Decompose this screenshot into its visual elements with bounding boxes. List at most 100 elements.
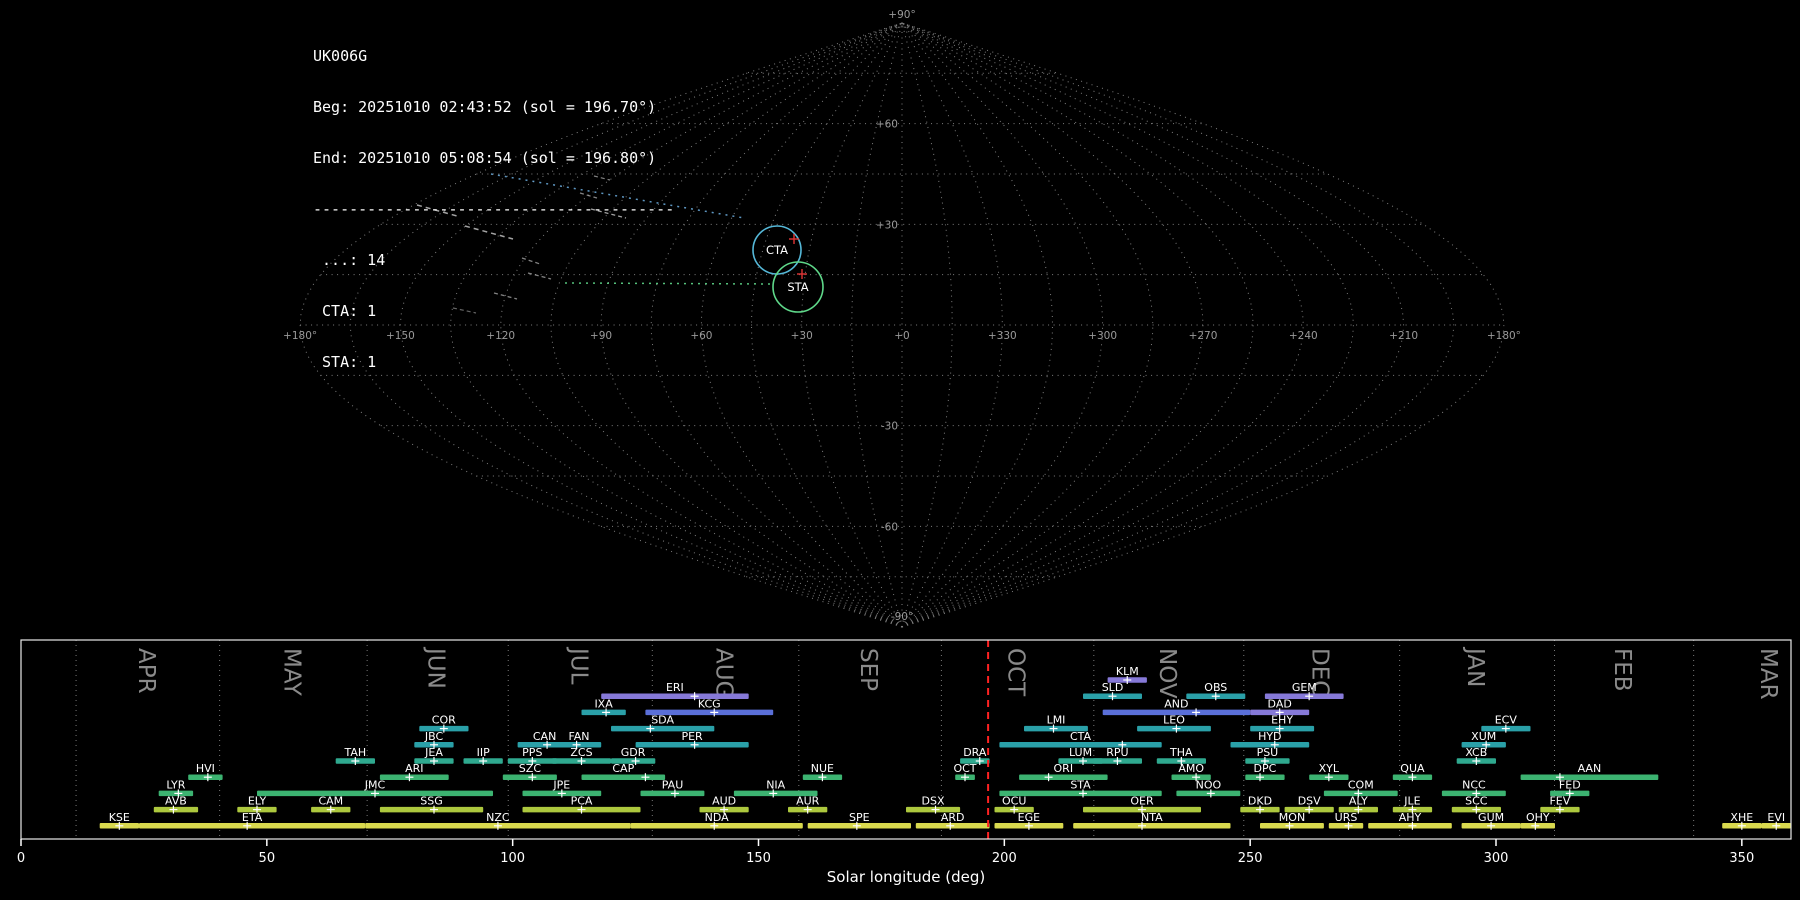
- shower-label-DSX: DSX: [922, 795, 945, 808]
- tick-label-200: 200: [992, 851, 1017, 866]
- shower-label-PER: PER: [681, 730, 703, 743]
- shower-bar-ERI: [601, 693, 749, 699]
- shower-bar-DPC: [1245, 774, 1285, 780]
- lat-label: -90°: [891, 611, 913, 623]
- shower-label-NTA: NTA: [1141, 811, 1163, 824]
- month-label-JUL: JUL: [565, 646, 591, 685]
- meridian-line: [901, 22, 1304, 628]
- shower-bar-CAP: [581, 774, 666, 780]
- count-unclassified: ...: 14: [313, 251, 386, 269]
- lon-label: +300: [1088, 330, 1117, 342]
- shower-label-SZC: SZC: [519, 762, 542, 775]
- shower-bar-ORI: [1019, 774, 1108, 780]
- shower-label-KCG: KCG: [698, 697, 721, 710]
- month-label-SEP: SEP: [855, 648, 881, 691]
- shower-label-NCC: NCC: [1462, 778, 1486, 791]
- month-label-FEB: FEB: [1609, 648, 1635, 692]
- radiant-label-CTA: CTA: [766, 243, 788, 257]
- shower-label-SPE: SPE: [849, 811, 870, 824]
- shower-label-CTA: CTA: [1070, 730, 1092, 743]
- shower-label-AHY: AHY: [1399, 811, 1422, 824]
- meridian-line: [650, 22, 903, 628]
- meteor-observation-screen: +180° +150 +120 +90 +60 +30 +0 +330 +300 +270 +240…: [0, 0, 1800, 900]
- month-label-APR: APR: [133, 648, 159, 694]
- shower-label-GEM: GEM: [1292, 681, 1317, 694]
- shower-label-XUM: XUM: [1471, 730, 1496, 743]
- meridian-line: [901, 22, 1455, 628]
- shower-label-URS: URS: [1335, 811, 1358, 824]
- tick-label-300: 300: [1484, 851, 1509, 866]
- radiant-label-STA: STA: [787, 280, 808, 294]
- month-label-OCT: OCT: [1003, 648, 1029, 697]
- shower-label-STA: STA: [1070, 778, 1091, 791]
- shower-label-ETA: ETA: [242, 811, 263, 824]
- shower-label-LYR: LYR: [166, 778, 185, 791]
- lon-label: +0: [894, 330, 909, 342]
- tick-label-250: 250: [1238, 851, 1263, 866]
- tick-label-50: 50: [259, 851, 276, 866]
- lon-label: +180°: [1487, 330, 1521, 342]
- shower-bar-ETA: [139, 823, 366, 829]
- shower-label-NIA: NIA: [766, 778, 785, 791]
- lat-label: +90°: [888, 9, 915, 21]
- shower-label-MON: MON: [1279, 811, 1305, 824]
- shower-label-OHY: OHY: [1526, 811, 1550, 824]
- shower-label-ARD: ARD: [941, 811, 965, 824]
- station-id: UK006G: [313, 47, 368, 65]
- activity-timeline-chart: APR MAY JUN JUL AUG SEP OCT NOV DEC JAN FEB MARKLME…: [17, 639, 1792, 866]
- shower-label-AAN: AAN: [1578, 762, 1602, 775]
- count-sta: STA: 1: [313, 353, 377, 371]
- shower-label-PAU: PAU: [662, 778, 684, 791]
- shower-bar-AAN: [1520, 774, 1659, 780]
- shower-label-LUM: LUM: [1069, 746, 1092, 759]
- month-label-JAN: JAN: [1462, 646, 1488, 687]
- count-cta: CTA: 1: [313, 302, 377, 320]
- separator: ----------------------------------------: [313, 200, 675, 218]
- shower-label-ERI: ERI: [666, 681, 684, 694]
- x-axis-title: Solar longitude (deg): [826, 868, 986, 886]
- lon-label: +60: [690, 330, 712, 342]
- shower-label-AVB: AVB: [165, 795, 187, 808]
- lat-label: -30: [881, 421, 898, 433]
- lat-label: +60: [876, 119, 898, 131]
- shower-bar-ARI: [379, 774, 449, 780]
- shower-bar-NTA: [1073, 823, 1231, 829]
- shower-label-IXA: IXA: [594, 697, 613, 710]
- lon-label: +270: [1189, 330, 1218, 342]
- shower-label-DRA: DRA: [963, 746, 987, 759]
- meridian-line: [801, 22, 903, 628]
- month-label-NOV: NOV: [1154, 648, 1180, 699]
- month-label-MAR: MAR: [1755, 648, 1781, 700]
- shower-label-ARI: ARI: [405, 762, 423, 775]
- month-label-MAY: MAY: [278, 648, 304, 697]
- lon-label: +210: [1389, 330, 1418, 342]
- shower-label-AMO: AMO: [1178, 762, 1204, 775]
- tick-label-150: 150: [746, 851, 771, 866]
- lon-label: +240: [1289, 330, 1318, 342]
- meridian-line: [901, 22, 1204, 628]
- lat-label: -60: [881, 521, 898, 533]
- month-label-AUG: AUG: [711, 648, 737, 698]
- lon-label: +30: [791, 330, 813, 342]
- shower-label-GDR: GDR: [621, 746, 646, 759]
- lat-label: +30: [876, 219, 898, 231]
- shower-label-LEO: LEO: [1163, 714, 1185, 727]
- shower-label-HYD: HYD: [1258, 730, 1281, 743]
- shower-label-LMI: LMI: [1047, 714, 1066, 727]
- shower-label-FAN: FAN: [568, 730, 589, 743]
- month-label-JUN: JUN: [423, 646, 449, 689]
- tick-label-350: 350: [1729, 851, 1754, 866]
- observation-info: UK006G Beg: 20251010 02:43:52 (sol = 196…: [313, 14, 674, 405]
- shower-label-CAN: CAN: [533, 730, 556, 743]
- shower-label-HVI: HVI: [196, 762, 215, 775]
- shower-label-SDA: SDA: [651, 714, 674, 727]
- shower-label-CAP: CAP: [612, 762, 634, 775]
- shower-label-ORI: ORI: [1054, 762, 1074, 775]
- begin-time: Beg: 20251010 02:43:52 (sol = 196.70°): [313, 98, 657, 116]
- sky-and-timeline-canvas: +180° +150 +120 +90 +60 +30 +0 +330 +300 +270 +240…: [17, 9, 1792, 866]
- meridian-line: [700, 22, 903, 628]
- shower-label-COM: COM: [1348, 778, 1374, 791]
- meridian-line: [901, 22, 1104, 628]
- lon-label: +330: [988, 330, 1017, 342]
- shower-label-PSU: PSU: [1257, 746, 1279, 759]
